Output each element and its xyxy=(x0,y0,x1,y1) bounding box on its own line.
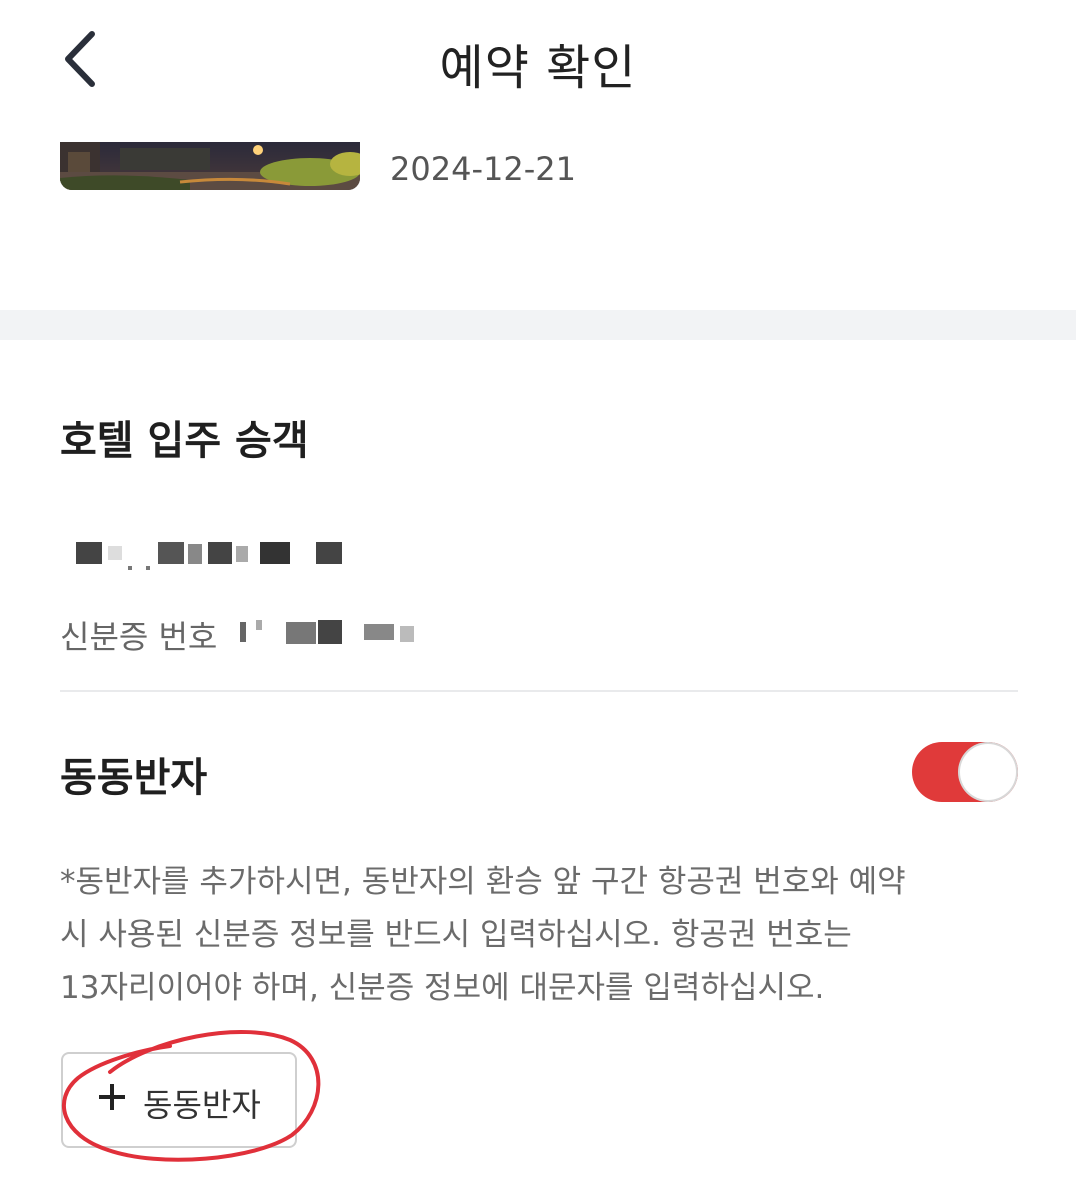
toggle-knob xyxy=(960,744,1016,800)
companion-notice: *동반자를 추가하시면, 동반자의 환승 앞 구간 항공권 번호와 예약 시 사… xyxy=(60,856,1000,1015)
booking-date: 2024-12-21 xyxy=(390,150,576,188)
add-companion-button[interactable]: 동동반자 xyxy=(61,1052,297,1148)
section-divider xyxy=(0,310,1076,340)
plus-icon xyxy=(99,1084,125,1110)
row-divider xyxy=(60,690,1018,692)
add-companion-label: 동동반자 xyxy=(143,1086,261,1124)
hotel-thumbnail xyxy=(60,142,360,190)
app-header: 예약 확인 xyxy=(0,0,1076,125)
notice-line: 13자리이어야 하며, 신분증 정보에 대문자를 입력하십시오. xyxy=(60,970,825,1006)
id-number-redacted xyxy=(240,616,430,650)
guest-name-redacted xyxy=(76,538,356,572)
companion-section-title: 동동반자 xyxy=(60,755,208,801)
guests-section-title: 호텔 입주 승객 xyxy=(60,418,309,464)
page-title: 예약 확인 xyxy=(439,40,637,96)
companion-toggle[interactable] xyxy=(912,742,1018,802)
notice-line: 시 사용된 신분증 정보를 반드시 입력하십시오. 항공권 번호는 xyxy=(60,917,852,953)
id-number-label: 신분증 번호 xyxy=(60,618,218,656)
notice-line: *동반자를 추가하시면, 동반자의 환승 앞 구간 항공권 번호와 예약 xyxy=(60,864,906,900)
